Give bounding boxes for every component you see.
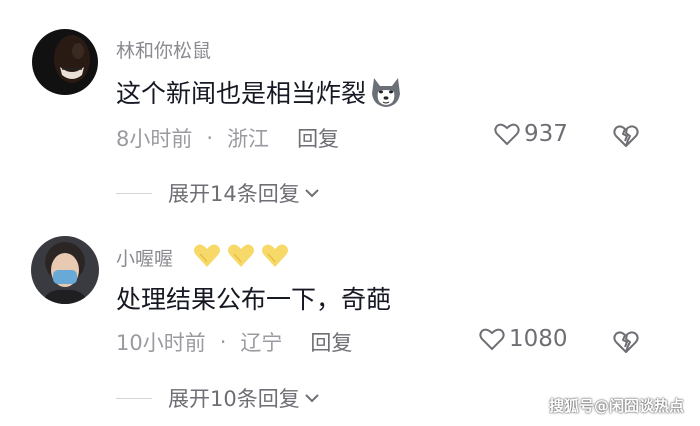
separator-dot: ·: [219, 330, 227, 354]
broken-heart-icon[interactable]: [613, 123, 639, 148]
divider-line: [116, 397, 152, 399]
location: 辽宁: [240, 331, 283, 355]
comment-text-content: 这个新闻也是相当炸裂: [116, 79, 367, 108]
divider-line: [116, 192, 152, 194]
expand-replies-button[interactable]: 展开14条回复: [116, 178, 320, 208]
expand-replies-label: 展开10条回复: [168, 387, 300, 411]
watermark: 搜狐号@闲囧谈热点: [548, 397, 684, 415]
comment-text: 处理结果公布一下，奇葩: [116, 280, 391, 316]
chevron-down-icon: [305, 189, 319, 198]
comment-text-content: 处理结果公布一下，奇葩: [116, 285, 392, 314]
username[interactable]: 小喔喔: [116, 244, 173, 271]
comment-meta: 10小时前 · 辽宁 回复: [116, 327, 352, 357]
heart-outline-icon: [479, 328, 505, 351]
broken-heart-icon[interactable]: [613, 329, 639, 354]
expand-replies-label: 展开14条回复: [168, 182, 300, 206]
heart-hands-icon: [262, 244, 288, 267]
like-button[interactable]: 1080: [479, 326, 568, 352]
timestamp: 8小时前: [116, 127, 193, 151]
heart-outline-icon: [494, 123, 520, 146]
user-badges: [192, 240, 290, 270]
like-button[interactable]: 937: [494, 121, 568, 147]
husky-dog-emoji-icon: [372, 78, 401, 107]
chevron-down-icon: [305, 394, 319, 403]
comment-meta: 8小时前 · 浙江 回复: [116, 123, 339, 153]
comment-item: 林和你松鼠 这个新闻也是相当炸裂 8小时前 · 浙江 回复 937 展开14条回…: [0, 0, 700, 210]
separator-dot: ·: [206, 126, 214, 150]
comment-item: 小喔喔 处理结果公布一下，奇葩 10小时前 · 辽宁 回复 1080 展开10条…: [0, 210, 700, 426]
comment-text: 这个新闻也是相当炸裂: [116, 74, 404, 110]
avatar[interactable]: [31, 236, 99, 304]
reply-button[interactable]: 回复: [310, 327, 352, 357]
heart-hands-icon: [194, 244, 220, 267]
location: 浙江: [227, 127, 270, 151]
reply-button[interactable]: 回复: [297, 123, 339, 153]
like-count: 1080: [509, 326, 568, 352]
timestamp: 10小时前: [116, 331, 206, 355]
avatar[interactable]: [32, 29, 98, 95]
like-count: 937: [524, 121, 568, 147]
heart-hands-icon: [228, 244, 254, 267]
expand-replies-button[interactable]: 展开10条回复: [116, 383, 320, 413]
username[interactable]: 林和你松鼠: [116, 36, 211, 63]
